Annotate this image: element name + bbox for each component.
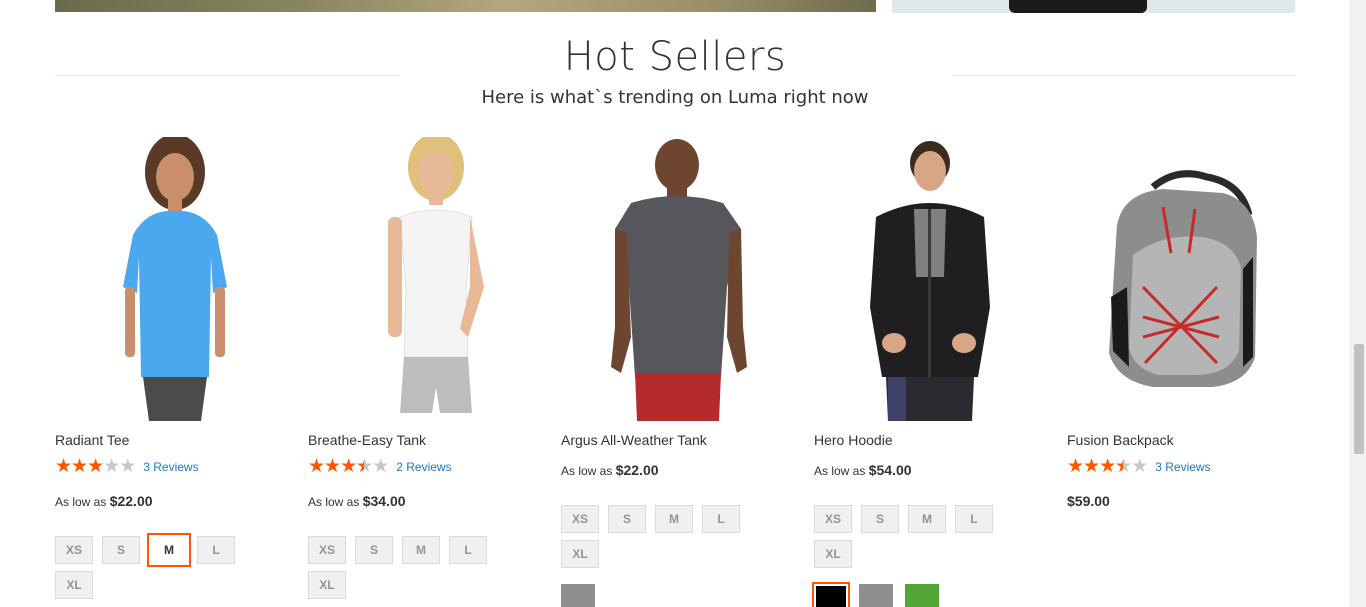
size-swatch-l[interactable]: L xyxy=(955,505,993,533)
color-swatch-fill xyxy=(561,584,595,607)
product-price: As low as $22.00 xyxy=(561,462,659,478)
star-icon: ★ xyxy=(119,456,136,477)
product-price: As low as $54.00 xyxy=(814,462,912,478)
size-swatch-l[interactable]: L xyxy=(449,536,487,564)
page: Hot Sellers Here is what`s trending on L… xyxy=(0,0,1366,607)
price-prefix: As low as xyxy=(308,495,360,509)
star-icon: ★ xyxy=(55,456,72,477)
price-value: $54.00 xyxy=(868,462,912,478)
size-swatch-l[interactable]: L xyxy=(702,505,740,533)
product-name[interactable]: Breathe-Easy Tank xyxy=(308,432,426,448)
star-icon: ★ xyxy=(324,456,341,477)
product-image-breathe-easy-tank[interactable] xyxy=(308,133,548,421)
promo-banner-left[interactable] xyxy=(55,0,876,12)
star-icon: ★ xyxy=(1131,456,1148,477)
product-name[interactable]: Hero Hoodie xyxy=(814,432,893,448)
size-swatch-s[interactable]: S xyxy=(608,505,646,533)
product-item: Argus All-Weather Tank As low as $22.00 … xyxy=(561,137,801,607)
size-swatch-xs[interactable]: XS xyxy=(814,505,852,533)
star-icon: ★ xyxy=(87,456,104,477)
rating-stars: ★ ★ ★ ★★ ★ xyxy=(308,456,389,477)
size-swatch-m[interactable]: M xyxy=(402,536,440,564)
size-swatch-xs[interactable]: XS xyxy=(308,536,346,564)
price-value: $59.00 xyxy=(1067,493,1110,509)
product-rating: ★ ★ ★ ★★ ★ 3 Reviews xyxy=(1067,456,1211,477)
promo-banner-photo xyxy=(1009,0,1147,13)
price-value: $22.00 xyxy=(615,462,659,478)
star-icon: ★ xyxy=(1099,456,1116,477)
color-swatch-fill xyxy=(905,584,939,607)
size-swatch-xs[interactable]: XS xyxy=(55,536,93,564)
color-swatch-black[interactable] xyxy=(812,582,850,607)
star-half-icon: ★★ xyxy=(1115,456,1132,477)
product-item: Fusion Backpack ★ ★ ★ ★★ ★ 3 Reviews $59… xyxy=(1067,137,1307,607)
star-icon: ★ xyxy=(308,456,325,477)
size-swatch-xl[interactable]: XL xyxy=(814,540,852,568)
color-swatch-gray[interactable] xyxy=(859,584,893,607)
vertical-scrollbar[interactable] xyxy=(1350,0,1366,607)
product-price: As low as $34.00 xyxy=(308,493,406,509)
rating-stars: ★ ★ ★ ★ ★ xyxy=(55,456,136,477)
price-prefix: As low as xyxy=(814,464,866,478)
section-subtitle: Here is what`s trending on Luma right no… xyxy=(481,87,869,108)
color-swatch-green[interactable] xyxy=(905,584,939,607)
product-name[interactable]: Radiant Tee xyxy=(55,432,129,448)
product-item: Hero Hoodie As low as $54.00 XS S M L XL xyxy=(812,137,1054,607)
product-price: As low as $22.00 xyxy=(55,493,153,509)
product-image-argus-all-weather-tank[interactable] xyxy=(561,137,801,421)
size-swatch-s[interactable]: S xyxy=(102,536,140,564)
rating-stars: ★ ★ ★ ★★ ★ xyxy=(1067,456,1148,477)
price-prefix: As low as xyxy=(55,495,107,509)
reviews-link[interactable]: 3 Reviews xyxy=(1155,460,1210,474)
product-rating: ★ ★ ★ ★ ★ 3 Reviews xyxy=(55,456,199,477)
product-item: Breathe-Easy Tank ★ ★ ★ ★★ ★ 2 Reviews A… xyxy=(308,133,548,607)
price-value: $34.00 xyxy=(362,493,406,509)
product-item: Radiant Tee ★ ★ ★ ★ ★ 3 Reviews As low a… xyxy=(55,134,295,607)
reviews-link[interactable]: 2 Reviews xyxy=(396,460,451,474)
star-icon: ★ xyxy=(1067,456,1084,477)
size-swatch-m[interactable]: M xyxy=(147,533,191,567)
star-half-icon: ★★ xyxy=(356,456,373,477)
color-swatch-fill xyxy=(859,584,893,607)
size-swatch-xs[interactable]: XS xyxy=(561,505,599,533)
size-swatch-s[interactable]: S xyxy=(355,536,393,564)
promo-banner-right[interactable] xyxy=(892,0,1295,13)
product-name[interactable]: Fusion Backpack xyxy=(1067,432,1174,448)
star-icon: ★ xyxy=(340,456,357,477)
price-prefix: As low as xyxy=(561,464,613,478)
star-icon: ★ xyxy=(372,456,389,477)
section-title: Hot Sellers xyxy=(563,34,787,80)
size-swatch-xl[interactable]: XL xyxy=(55,571,93,599)
size-swatch-m[interactable]: M xyxy=(655,505,693,533)
product-name[interactable]: Argus All-Weather Tank xyxy=(561,432,707,448)
star-icon: ★ xyxy=(103,456,120,477)
product-rating: ★ ★ ★ ★★ ★ 2 Reviews xyxy=(308,456,452,477)
size-swatch-xl[interactable]: XL xyxy=(561,540,599,568)
product-image-hero-hoodie[interactable] xyxy=(814,137,1054,421)
color-swatch-fill xyxy=(816,586,846,607)
scrollbar-thumb[interactable] xyxy=(1354,344,1364,454)
size-swatch-xl[interactable]: XL xyxy=(308,571,346,599)
reviews-link[interactable]: 3 Reviews xyxy=(143,460,198,474)
size-swatch-l[interactable]: L xyxy=(197,536,235,564)
product-image-fusion-backpack[interactable] xyxy=(1067,137,1307,421)
price-value: $22.00 xyxy=(109,493,153,509)
star-icon: ★ xyxy=(71,456,88,477)
size-swatch-m[interactable]: M xyxy=(908,505,946,533)
product-image-radiant-tee[interactable] xyxy=(55,134,295,421)
size-swatch-s[interactable]: S xyxy=(861,505,899,533)
color-swatch-gray[interactable] xyxy=(561,584,595,607)
star-icon: ★ xyxy=(1083,456,1100,477)
